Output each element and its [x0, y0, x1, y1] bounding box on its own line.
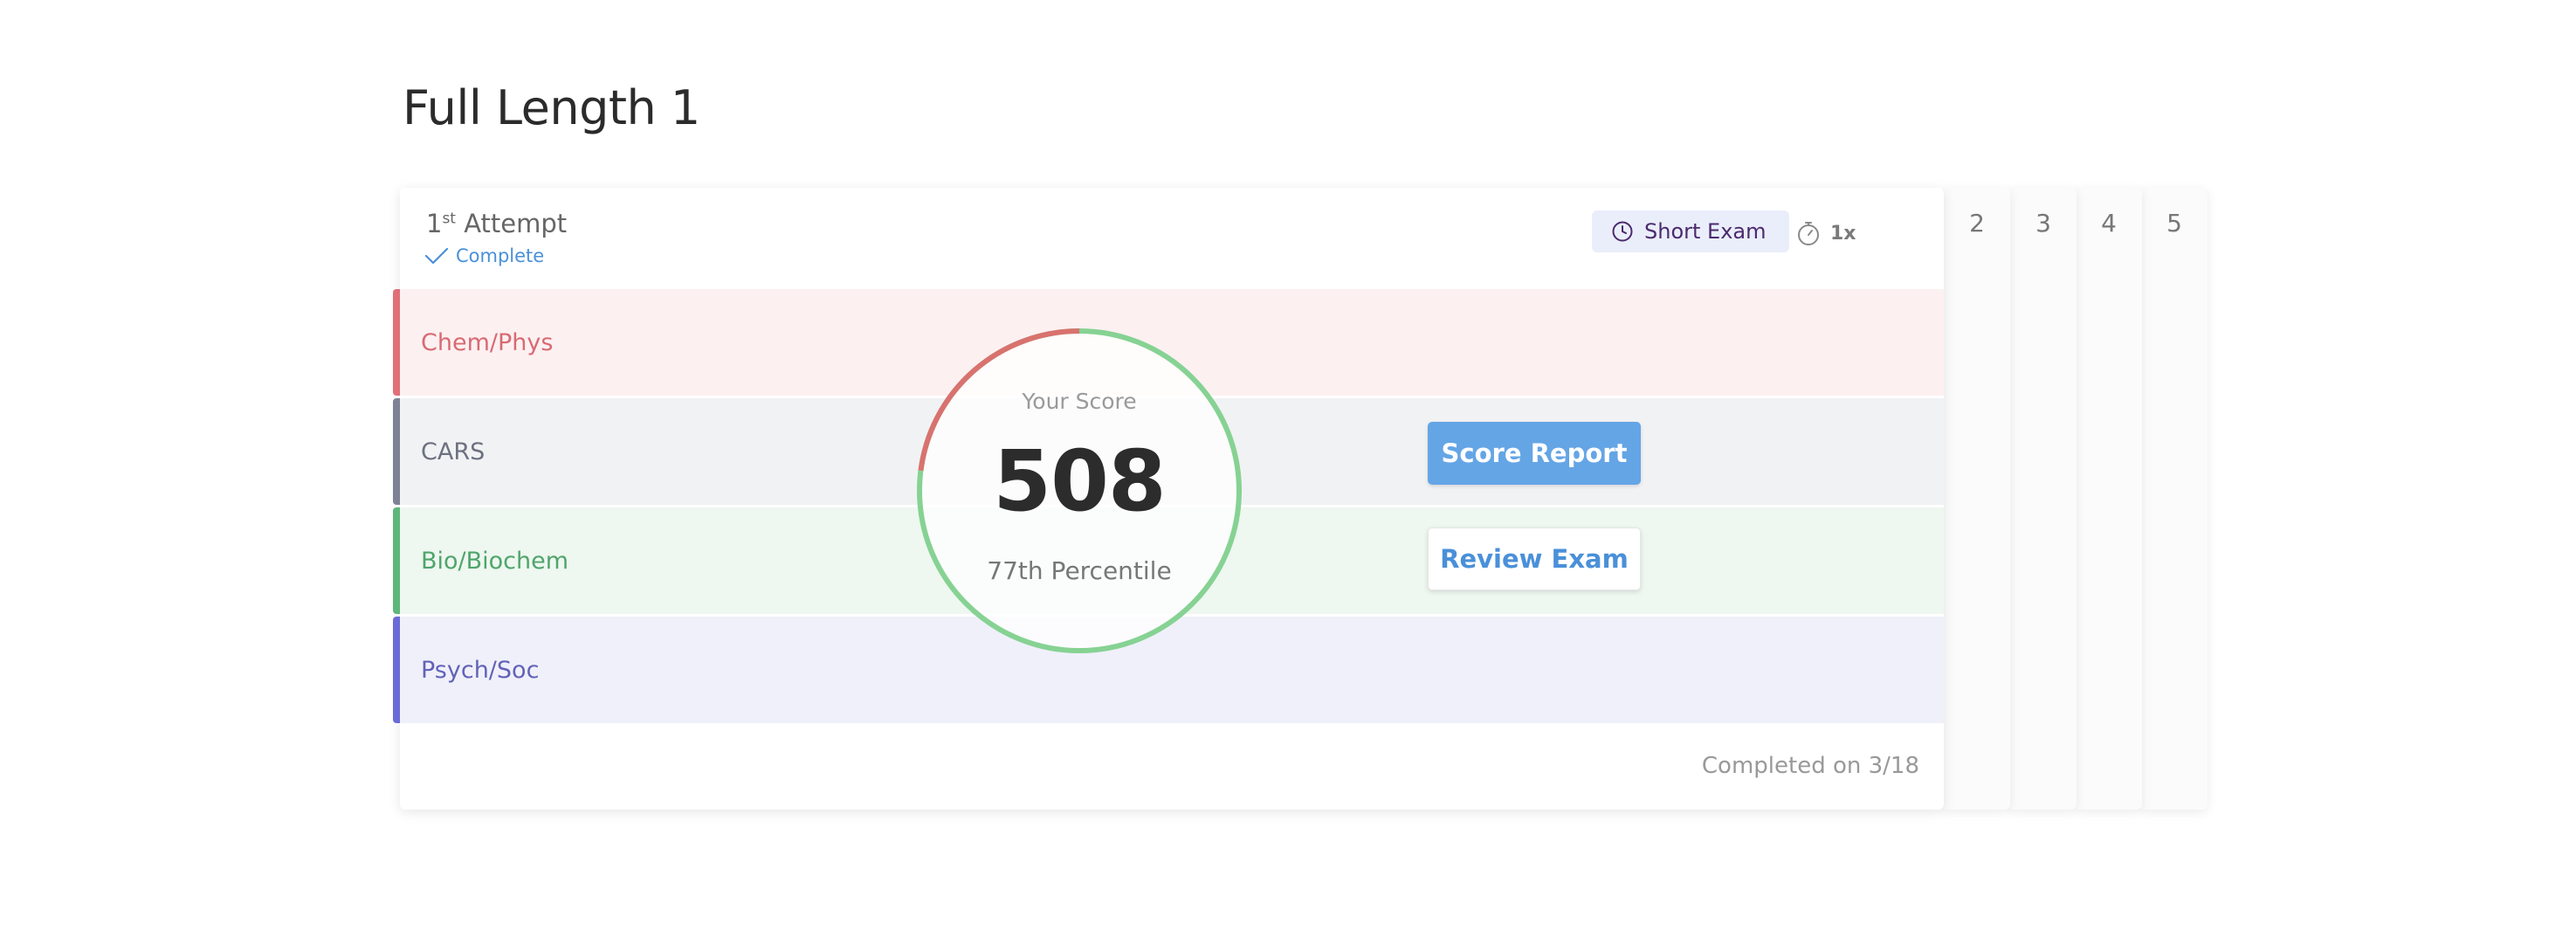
attempt-tab-4[interactable]: 4: [2076, 188, 2142, 810]
attempt-title: 1st Attempt: [426, 209, 567, 238]
exam-type-badge: Short Exam: [1592, 210, 1789, 252]
stopwatch-icon: [1798, 222, 1819, 245]
attempt-number: 1: [426, 209, 443, 238]
page-title: Full Length 1: [403, 80, 700, 135]
complete-status-label: Complete: [456, 245, 545, 266]
section-label: Chem/Phys: [421, 328, 554, 356]
score-report-button[interactable]: Score Report: [1428, 422, 1641, 485]
attempt-label: Attempt: [464, 209, 568, 238]
score-value: 508: [993, 432, 1166, 530]
score-circle: Your Score 508 77th Percentile: [916, 328, 1243, 654]
complete-status: Complete: [424, 245, 544, 266]
attempt-tab-3[interactable]: 3: [2010, 188, 2077, 810]
check-icon: [424, 247, 449, 265]
speed-indicator: 1x: [1795, 217, 1856, 249]
section-label: CARS: [421, 438, 486, 466]
review-exam-button[interactable]: Review Exam: [1428, 528, 1641, 590]
section-label: Bio/Biochem: [421, 547, 569, 575]
clock-icon: [1612, 221, 1633, 242]
score-label: Your Score: [1022, 389, 1137, 414]
attempt-ordinal-suffix: st: [442, 210, 456, 228]
attempt-tab-5[interactable]: 5: [2141, 188, 2208, 810]
attempt-tab-2[interactable]: 2: [1944, 188, 2010, 810]
attempt-card: 1st Attempt Complete Short Exam 1x Chem/…: [393, 188, 1944, 810]
score-percentile: 77th Percentile: [987, 556, 1172, 585]
score-content: Your Score 508 77th Percentile: [916, 328, 1243, 654]
section-label: Psych/Soc: [421, 656, 540, 684]
completed-date: Completed on 3/18: [1701, 753, 1919, 779]
attempt-header: 1st Attempt Complete Short Exam 1x: [400, 188, 1944, 289]
speed-label: 1x: [1830, 222, 1856, 245]
exam-type-label: Short Exam: [1644, 219, 1767, 244]
